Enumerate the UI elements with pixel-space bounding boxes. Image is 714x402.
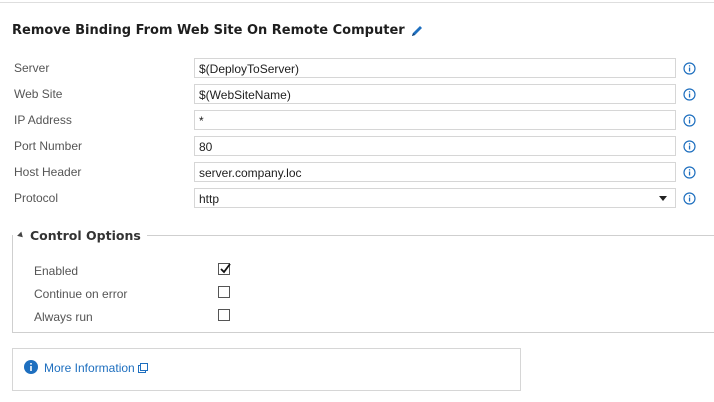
option-enabled: Enabled <box>0 262 714 282</box>
checkmark-icon <box>220 263 231 274</box>
protocol-info-icon[interactable] <box>683 192 696 210</box>
host-header-input[interactable]: server.company.loc <box>194 162 676 182</box>
ip-address-input[interactable]: * <box>194 110 676 130</box>
port-number-info-icon[interactable] <box>683 140 696 158</box>
dropdown-arrow-icon[interactable] <box>659 196 667 201</box>
website-label: Web Site <box>14 87 63 101</box>
task-title-text: Remove Binding From Web Site On Remote C… <box>12 23 405 38</box>
top-divider <box>0 2 714 3</box>
more-information-link[interactable]: More Information <box>44 361 148 375</box>
section-divider <box>143 235 714 236</box>
server-row: Server $(DeployToServer) <box>0 58 714 80</box>
server-info-icon[interactable] <box>683 62 696 80</box>
more-information-text: More Information <box>44 361 135 375</box>
control-options-title: Control Options <box>30 228 141 243</box>
enabled-checkbox[interactable] <box>218 263 231 275</box>
port-number-label: Port Number <box>14 139 83 153</box>
protocol-select[interactable]: http <box>194 188 676 208</box>
info-icon <box>24 360 38 379</box>
ip-address-label: IP Address <box>14 113 72 127</box>
pencil-edit-icon[interactable] <box>410 24 424 38</box>
website-info-icon[interactable] <box>683 88 696 106</box>
ip-address-info-icon[interactable] <box>683 114 696 132</box>
always-run-checkbox[interactable] <box>218 309 230 321</box>
always-run-label: Always run <box>34 310 93 324</box>
host-header-info-icon[interactable] <box>683 166 696 184</box>
continue-on-error-label: Continue on error <box>34 287 128 301</box>
control-options-header[interactable]: Control Options <box>17 228 147 243</box>
protocol-selected-value: http <box>199 192 220 206</box>
continue-on-error-checkbox[interactable] <box>218 286 230 298</box>
website-input[interactable]: $(WebSiteName) <box>194 84 676 104</box>
protocol-row: Protocol http <box>0 188 714 210</box>
ip-address-row: IP Address * <box>0 110 714 132</box>
option-always-run: Always run <box>0 308 714 328</box>
host-header-row: Host Header server.company.loc <box>0 162 714 184</box>
collapse-triangle-icon[interactable] <box>17 231 25 240</box>
port-number-input[interactable]: 80 <box>194 136 676 156</box>
external-link-icon <box>137 363 148 373</box>
host-header-label: Host Header <box>14 165 82 179</box>
option-continue-on-error: Continue on error <box>0 285 714 305</box>
protocol-label: Protocol <box>14 191 59 205</box>
server-label: Server <box>14 61 50 75</box>
port-number-row: Port Number 80 <box>0 136 714 158</box>
task-title: Remove Binding From Web Site On Remote C… <box>12 23 424 38</box>
more-information-box: More Information <box>12 348 521 391</box>
enabled-label: Enabled <box>34 264 79 278</box>
website-row: Web Site $(WebSiteName) <box>0 84 714 106</box>
server-input[interactable]: $(DeployToServer) <box>194 58 676 78</box>
